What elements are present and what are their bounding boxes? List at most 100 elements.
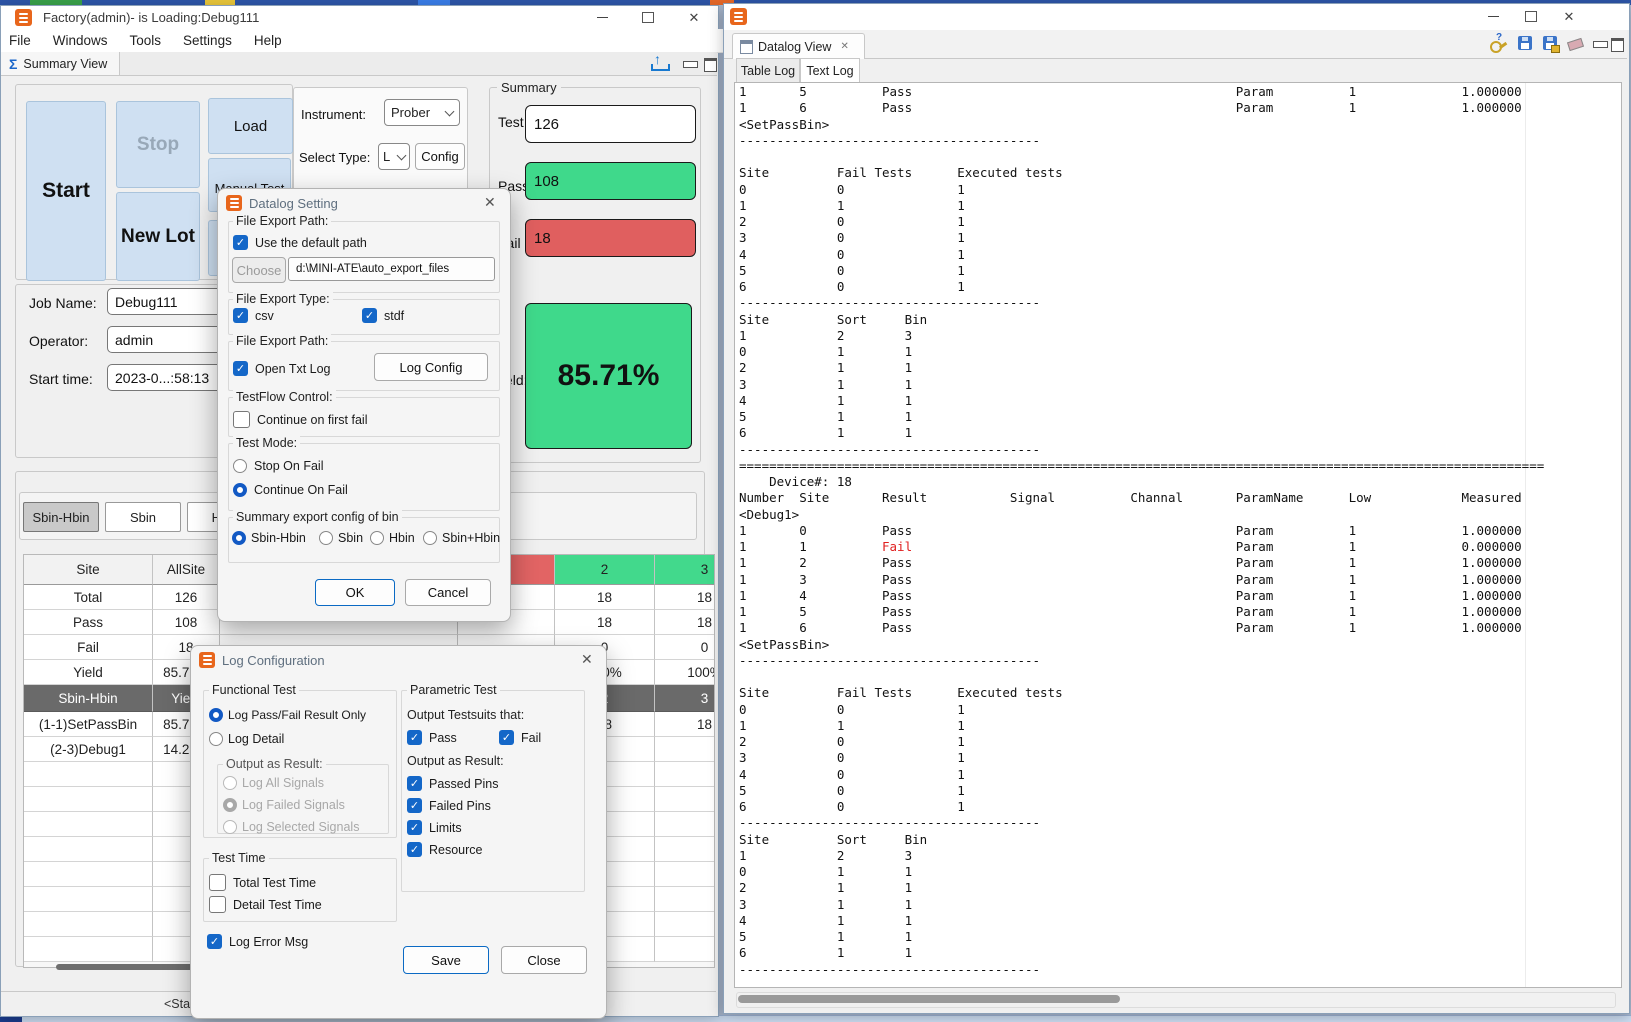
bin-tab-sbin-hbin[interactable]: Sbin-Hbin <box>23 502 99 532</box>
log-line: 1 5 Pass Param 1 1.000000 <box>739 604 1544 620</box>
bin-table-header[interactable]: Site <box>24 555 153 585</box>
start-button[interactable]: Start <box>26 101 106 281</box>
failed-pins-label: Failed Pins <box>429 799 491 813</box>
open-txt-log-checkbox[interactable]: ✓ Open Txt Log <box>233 361 331 376</box>
use-default-path-checkbox[interactable]: ✓ Use the default path <box>233 235 367 250</box>
csv-checkbox[interactable]: ✓ csv <box>233 308 274 323</box>
log-detail-radio[interactable]: Log Detail <box>209 732 284 746</box>
eraser-icon[interactable] <box>1567 35 1585 53</box>
close-icon[interactable]: ✕ <box>581 651 593 668</box>
tab-table-log[interactable]: Table Log <box>736 58 800 84</box>
log-line: <SetPassBin> <box>739 637 1544 653</box>
chevron-down-icon <box>397 151 407 161</box>
maximize-panel-icon[interactable] <box>704 58 717 72</box>
minimize-panel-icon[interactable] <box>683 61 698 68</box>
close-tab-icon[interactable]: ✕ <box>840 41 848 52</box>
checkbox-checked-icon: ✓ <box>407 798 422 813</box>
log-line: Site Fail Tests Executed tests <box>739 165 1544 181</box>
checkbox-unchecked-icon <box>209 874 226 891</box>
stdf-checkbox[interactable]: ✓ stdf <box>362 308 404 323</box>
hbin-radio[interactable]: Hbin <box>370 531 415 545</box>
stop-on-fail-radio[interactable]: Stop On Fail <box>233 459 323 473</box>
bin-table-header[interactable]: 3 <box>655 555 715 585</box>
export-icon[interactable]: ↑ <box>651 55 667 71</box>
checkbox-checked-icon: ✓ <box>407 776 422 791</box>
menu-settings[interactable]: Settings <box>183 33 232 48</box>
config-button[interactable]: Config <box>415 143 465 170</box>
tab-datalog-view[interactable]: Datalog View ✕ <box>732 33 865 59</box>
load-button[interactable]: Load <box>208 98 293 154</box>
desktop: Factory(admin)- is Loading:Debug111 ✕ Fi… <box>0 0 1631 1022</box>
minimize-button[interactable] <box>585 6 619 29</box>
maximize-panel-icon[interactable] <box>1611 38 1624 52</box>
sbin-radio[interactable]: Sbin <box>319 531 363 545</box>
checkbox-checked-icon: ✓ <box>233 308 248 323</box>
menu-help[interactable]: Help <box>254 33 282 48</box>
text-log-panel[interactable]: 1 5 Pass Param 1 1.0000001 6 Pass Param … <box>734 82 1622 988</box>
log-line: 1 2 Pass Param 1 1.000000 <box>739 555 1544 571</box>
fail-checkbox[interactable]: ✓ Fail <box>499 730 541 745</box>
maximize-button[interactable] <box>631 6 665 29</box>
key-icon[interactable]: ? <box>1490 35 1508 53</box>
log-line: Device#: 18 <box>739 474 1544 490</box>
log-line: ---------------------------------------- <box>739 962 1544 978</box>
bin-table-cell <box>24 912 153 937</box>
instrument-select[interactable]: Prober <box>384 99 460 126</box>
log-line: 5 0 1 <box>739 783 1544 799</box>
passed-pins-checkbox[interactable]: ✓ Passed Pins <box>407 776 498 791</box>
app-icon <box>730 8 747 25</box>
minimize-button[interactable] <box>1476 5 1510 28</box>
select-type-select[interactable]: L <box>378 143 410 170</box>
close-button[interactable]: ✕ <box>1552 5 1586 28</box>
cancel-button[interactable]: Cancel <box>405 579 491 606</box>
limits-checkbox[interactable]: ✓ Limits <box>407 820 462 835</box>
log-all-signals-radio[interactable]: Log All Signals <box>223 776 324 790</box>
menu-file[interactable]: File <box>9 33 31 48</box>
sbin-plus-hbin-radio[interactable]: Sbin+Hbin <box>423 531 500 545</box>
horizontal-scrollbar[interactable] <box>738 995 1120 1003</box>
checkbox-checked-icon: ✓ <box>499 730 514 745</box>
bin-tab-sbin[interactable]: Sbin <box>105 502 181 532</box>
log-failed-signals-radio[interactable]: Log Failed Signals <box>223 798 345 812</box>
stop-button[interactable]: Stop <box>116 101 200 188</box>
tab-summary-view[interactable]: Σ Summary View <box>1 52 120 75</box>
test-mode-group <box>228 443 500 511</box>
resource-checkbox[interactable]: ✓ Resource <box>407 842 483 857</box>
close-button[interactable]: Close <box>501 946 587 974</box>
new-lot-button[interactable]: New Lot <box>116 192 200 281</box>
close-icon[interactable]: ✕ <box>484 194 496 211</box>
minimize-panel-icon[interactable] <box>1593 41 1608 48</box>
bin-table-header[interactable]: 2 <box>555 555 655 585</box>
menu-windows[interactable]: Windows <box>53 33 108 48</box>
log-all-signals-label: Log All Signals <box>242 776 324 790</box>
log-selected-signals-radio[interactable]: Log Selected Signals <box>223 820 359 834</box>
maximize-button[interactable] <box>1514 5 1548 28</box>
export-path-field[interactable]: d:\MINI-ATE\auto_export_files <box>288 257 495 281</box>
bin-table-cell <box>24 787 153 812</box>
continue-on-fail-radio[interactable]: Continue On Fail <box>233 483 348 497</box>
log-error-msg-checkbox[interactable]: ✓ Log Error Msg <box>207 934 308 949</box>
close-button[interactable]: ✕ <box>677 6 711 29</box>
log-passfail-radio[interactable]: Log Pass/Fail Result Only <box>209 708 366 722</box>
bin-table-header[interactable]: AllSite <box>153 555 220 585</box>
total-test-time-checkbox[interactable]: Total Test Time <box>209 874 316 891</box>
sbin-hbin-radio[interactable]: Sbin-Hbin <box>232 531 306 545</box>
save-icon[interactable] <box>1517 35 1535 53</box>
log-line: 3 0 1 <box>739 750 1544 766</box>
pass-checkbox[interactable]: ✓ Pass <box>407 730 457 745</box>
tab-text-log[interactable]: Text Log <box>800 58 860 84</box>
save-button[interactable]: Save <box>403 946 489 974</box>
save-lock-icon[interactable] <box>1542 35 1560 53</box>
failed-pins-checkbox[interactable]: ✓ Failed Pins <box>407 798 491 813</box>
menu-tools[interactable]: Tools <box>130 33 162 48</box>
bin-table-cell: 18 <box>555 585 655 610</box>
continue-first-fail-checkbox[interactable]: Continue on first fail <box>233 411 367 428</box>
bin-table-cell <box>655 837 715 862</box>
ok-button[interactable]: OK <box>315 579 395 606</box>
log-line: 2 1 1 <box>739 880 1544 896</box>
choose-button[interactable]: Choose <box>232 257 286 283</box>
test-total-value[interactable]: 126 <box>525 105 696 143</box>
detail-test-time-checkbox[interactable]: Detail Test Time <box>209 896 322 913</box>
log-config-button[interactable]: Log Config <box>374 353 488 381</box>
sbin-label: Sbin <box>338 531 363 545</box>
